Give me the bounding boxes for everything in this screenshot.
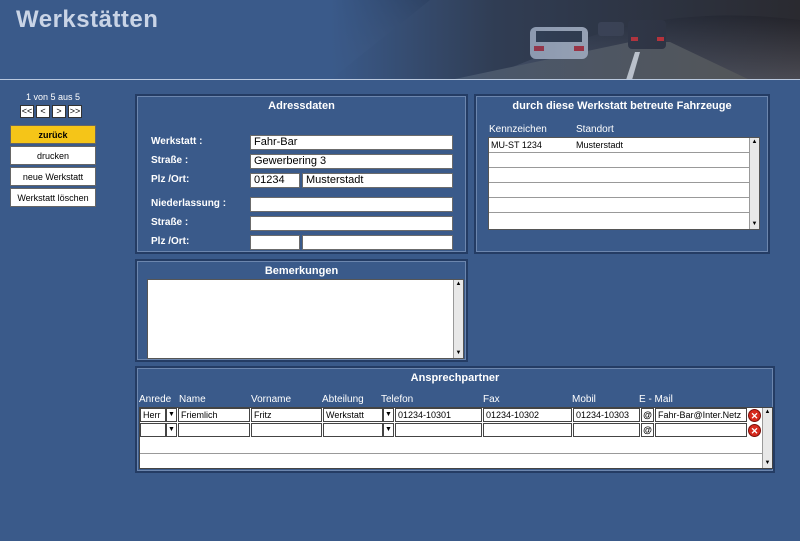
email-field[interactable]: Fahr-Bar@Inter.Netz: [655, 408, 747, 422]
scroll-down-icon[interactable]: ▼: [454, 349, 463, 358]
print-button[interactable]: drucken: [10, 146, 96, 165]
zip-field[interactable]: 01234: [250, 173, 300, 188]
department-field[interactable]: [323, 423, 383, 437]
scroll-down-icon[interactable]: ▼: [750, 220, 759, 229]
zip-city-label: Plz /Ort:: [151, 174, 190, 185]
remarks-textarea[interactable]: ▲ ▼: [147, 279, 464, 359]
list-item: [489, 168, 759, 183]
vehicle-plate: MU-ST 1234: [491, 140, 542, 150]
fax-field[interactable]: 01234-10302: [483, 408, 572, 422]
previous-record-button[interactable]: <: [36, 105, 50, 118]
firstname-field[interactable]: [251, 423, 322, 437]
phone-field[interactable]: 01234-10301: [395, 408, 482, 422]
fax-field[interactable]: [483, 423, 572, 437]
department-dropdown-icon[interactable]: ▼: [383, 423, 394, 437]
delete-workshop-button[interactable]: Werkstatt löschen: [10, 188, 96, 207]
workshop-field[interactable]: Fahr-Bar: [250, 135, 453, 150]
scroll-down-icon[interactable]: ▼: [763, 459, 772, 468]
first-record-button[interactable]: <<: [20, 105, 34, 118]
contacts-panel-title: Ansprechpartner: [410, 372, 500, 384]
grid-row-divider: [140, 453, 762, 454]
branch-zip-field[interactable]: [250, 235, 300, 250]
salutation-field[interactable]: [140, 423, 166, 437]
column-header-location: Standort: [576, 124, 614, 135]
header-car-photo: [330, 0, 800, 80]
contacts-panel: Ansprechpartner Anrede Name Vorname Abte…: [135, 366, 775, 473]
vehicles-scrollbar[interactable]: ▲ ▼: [749, 138, 759, 229]
next-record-button[interactable]: >: [52, 105, 66, 118]
remarks-panel: Bemerkungen ▲ ▼: [135, 259, 468, 362]
city-field[interactable]: Musterstadt: [302, 173, 453, 188]
branch-street-label: Straße :: [151, 217, 189, 228]
salutation-field[interactable]: Herr: [140, 408, 166, 422]
email-field[interactable]: [655, 423, 747, 437]
branch-street-field[interactable]: [250, 216, 453, 231]
list-item: [489, 153, 759, 168]
scroll-up-icon[interactable]: ▲: [454, 280, 463, 289]
scroll-up-icon[interactable]: ▲: [763, 408, 772, 417]
salutation-dropdown-icon[interactable]: ▼: [166, 423, 177, 437]
branch-field[interactable]: [250, 197, 453, 212]
remarks-text: [148, 280, 463, 284]
list-item: [489, 183, 759, 198]
column-header-department: Abteilung: [322, 394, 364, 405]
list-item[interactable]: MU-ST 1234 Musterstadt: [489, 138, 759, 153]
vehicle-location: Musterstadt: [576, 140, 624, 150]
email-at-icon[interactable]: @: [641, 423, 654, 437]
contacts-scrollbar[interactable]: ▲ ▼: [762, 408, 772, 468]
column-header-mobile: Mobil: [572, 394, 596, 405]
mobile-field[interactable]: 01234-10303: [573, 408, 640, 422]
address-panel-title: Adressdaten: [268, 100, 335, 112]
page-title: Werkstätten: [16, 6, 159, 33]
column-header-phone: Telefon: [381, 394, 414, 405]
branch-city-field[interactable]: [302, 235, 453, 250]
column-header-name: Name: [179, 394, 206, 405]
remarks-scrollbar[interactable]: ▲ ▼: [453, 280, 463, 358]
mobile-field[interactable]: [573, 423, 640, 437]
firstname-field[interactable]: Fritz: [251, 408, 322, 422]
department-dropdown-icon[interactable]: ▼: [383, 408, 394, 422]
scroll-up-icon[interactable]: ▲: [750, 138, 759, 147]
header-divider: [0, 79, 800, 80]
column-header-email: E - Mail: [639, 394, 673, 405]
pager: << < > >>: [20, 105, 100, 118]
list-item: [489, 198, 759, 213]
department-field[interactable]: Werkstatt: [323, 408, 383, 422]
branch-label: Niederlassung :: [151, 198, 227, 209]
branch-zip-city-label: Plz /Ort:: [151, 236, 190, 247]
street-field[interactable]: Gewerbering 3: [250, 154, 453, 169]
email-at-icon[interactable]: @: [641, 408, 654, 422]
salutation-dropdown-icon[interactable]: ▼: [166, 408, 177, 422]
column-header-firstname: Vorname: [251, 394, 292, 405]
vehicles-panel: durch diese Werkstatt betreute Fahrzeuge…: [474, 94, 770, 254]
street-label: Straße :: [151, 155, 189, 166]
record-navigation: 1 von 5 aus 5 << < > >> zurück drucken n…: [10, 92, 100, 207]
record-count: 1 von 5 aus 5: [25, 92, 81, 102]
phone-field[interactable]: [395, 423, 482, 437]
delete-contact-icon[interactable]: ✕: [748, 409, 761, 422]
column-header-fax: Fax: [483, 394, 500, 405]
remarks-panel-title: Bemerkungen: [264, 265, 339, 277]
new-workshop-button[interactable]: neue Werkstatt: [10, 167, 96, 186]
contacts-grid: Herr ▼ Friemlich Fritz Werkstatt ▼ 01234…: [139, 407, 773, 469]
vehicles-panel-title: durch diese Werkstatt betreute Fahrzeuge: [512, 100, 732, 112]
header-banner: Werkstätten: [0, 0, 800, 80]
back-button[interactable]: zurück: [10, 125, 96, 144]
address-panel: Adressdaten Werkstatt : Fahr-Bar Straße …: [135, 94, 468, 254]
vehicles-list[interactable]: MU-ST 1234 Musterstadt ▲ ▼: [488, 137, 760, 230]
last-record-button[interactable]: >>: [68, 105, 82, 118]
workshop-label: Werkstatt :: [151, 136, 203, 147]
delete-contact-icon[interactable]: ✕: [748, 424, 761, 437]
column-header-plate: Kennzeichen: [489, 124, 547, 135]
name-field[interactable]: Friemlich: [178, 408, 250, 422]
column-header-salutation: Anrede: [139, 394, 172, 405]
name-field[interactable]: [178, 423, 250, 437]
